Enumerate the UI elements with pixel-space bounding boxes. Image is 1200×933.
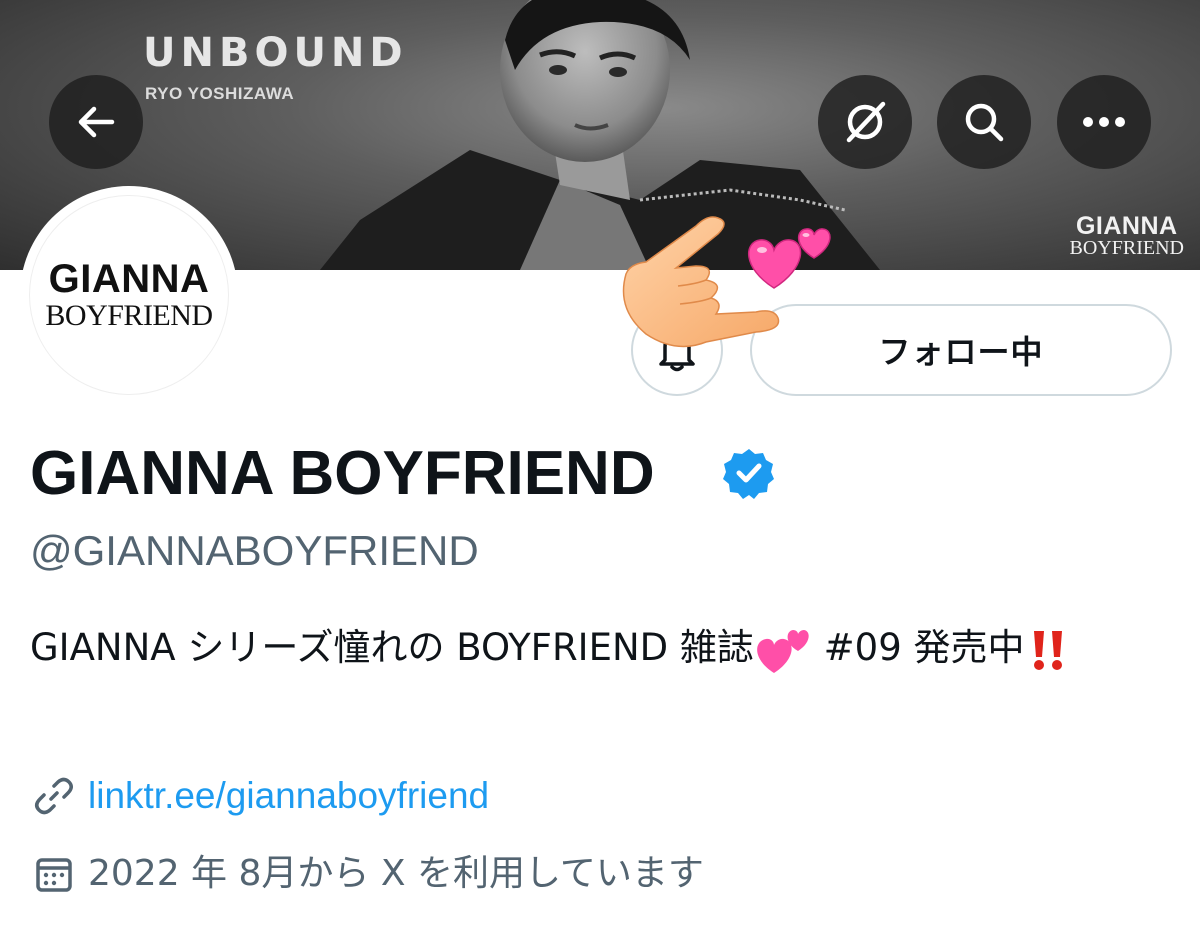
more-button[interactable] — [1057, 75, 1151, 169]
magazine-title: UNBOUND — [143, 30, 408, 76]
grok-icon — [846, 101, 886, 143]
calendar-icon — [30, 850, 78, 898]
verified-badge-icon — [723, 449, 774, 499]
back-button[interactable] — [49, 75, 143, 169]
display-name: GIANNA BOYFRIEND — [30, 439, 655, 508]
two-hearts-sticker — [747, 228, 831, 289]
following-button[interactable]: フォロー中 — [750, 304, 1172, 396]
bio-release-text: #09 発売中 — [811, 626, 1025, 669]
joined-date-text: 2022 年 8月から X を利用しています — [88, 853, 704, 894]
profile-link-row: linktr.ee/giannaboyfriend — [30, 772, 489, 820]
link-icon — [30, 772, 78, 820]
search-icon — [965, 103, 1004, 142]
search-button[interactable] — [937, 75, 1031, 169]
banner-logo-line1: GIANNA — [1075, 212, 1178, 240]
profile-bio: GIANNA シリーズ憧れの BOYFRIEND 雑誌 #09 発売中 — [30, 618, 1170, 678]
profile-handle: @GIANNABOYFRIEND — [30, 527, 479, 574]
magazine-subtitle: RYO YOSHIZAWA — [145, 84, 295, 103]
banner-logo-line2: BOYFRIEND — [1069, 237, 1184, 259]
profile-link[interactable]: linktr.ee/giannaboyfriend — [88, 772, 489, 820]
grok-button[interactable] — [818, 75, 912, 169]
profile-avatar[interactable]: GIANNA BOYFRIEND — [20, 186, 238, 404]
arrow-left-icon — [78, 106, 115, 138]
double-exclamation-emoji-icon — [1033, 630, 1062, 670]
avatar-logo: GIANNA BOYFRIEND — [29, 195, 229, 395]
two-hearts-emoji-icon — [757, 629, 809, 673]
avatar-logo-line1: GIANNA — [48, 257, 210, 301]
joined-date-row: 2022 年 8月から X を利用しています — [30, 850, 704, 898]
bio-text: GIANNA シリーズ憧れの BOYFRIEND 雑誌 — [30, 626, 754, 669]
banner-brand-logo: GIANNA BOYFRIEND — [1069, 212, 1184, 259]
more-horizontal-icon — [1083, 117, 1125, 127]
avatar-logo-line2: BOYFRIEND — [45, 299, 213, 332]
